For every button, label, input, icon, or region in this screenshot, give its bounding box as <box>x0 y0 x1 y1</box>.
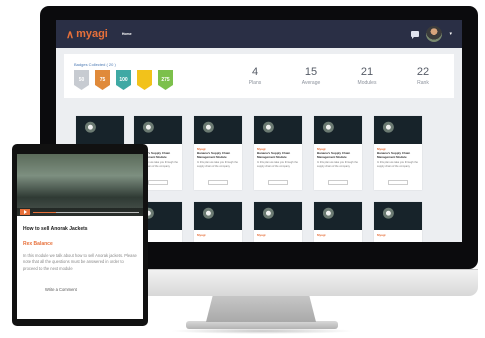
plan-card[interactable]: MyagiBanana's Supply Chain Management Mo… <box>254 116 302 190</box>
stat-rank: 22 Rank <box>408 66 438 86</box>
video-progress-fill <box>33 212 57 213</box>
card-brand: Myagi <box>317 233 326 237</box>
card-thumbnail <box>314 202 362 230</box>
nav-home-link[interactable]: Home <box>122 32 132 36</box>
module-author[interactable]: Rex Balance <box>23 241 137 247</box>
video-progress[interactable] <box>33 212 139 213</box>
module-description: In this module we talk about how to sell… <box>23 253 137 271</box>
card-brand: Myagi <box>197 233 206 237</box>
card-thumbnail <box>134 116 182 144</box>
plan-card[interactable]: MyagiBanana's Supply Chain Management Mo… <box>374 116 422 190</box>
stat-value: 22 <box>416 66 430 78</box>
card-title: Banana's Supply Chain Management Module <box>257 151 291 159</box>
plan-card[interactable]: Myagi <box>374 202 422 242</box>
stat-label: Modules <box>357 80 377 86</box>
badge[interactable]: 75 <box>95 70 110 90</box>
monitor-neck <box>206 296 316 322</box>
card-description: In this plan we take you through the sup… <box>257 161 298 168</box>
card-thumbnail <box>254 202 302 230</box>
card-action-button[interactable] <box>208 180 228 185</box>
card-description: In this plan we take you through the sup… <box>317 161 358 168</box>
stat-value: 15 <box>304 66 318 78</box>
logo-icon: ∧ <box>66 28 75 41</box>
card-action-button[interactable] <box>328 180 348 185</box>
card-description: In this plan we take you through the sup… <box>197 161 238 168</box>
stat-value: 4 <box>251 66 259 78</box>
plan-card[interactable]: Myagi <box>254 202 302 242</box>
stat-label: Rank <box>417 80 429 86</box>
logo-text: myagi <box>76 28 108 40</box>
stat-label: Average <box>301 80 321 86</box>
badges-collected: Badges Collected ( 20 ) 50 75 100 275 <box>74 62 173 90</box>
plan-card[interactable]: Myagi <box>314 202 362 242</box>
card-description: In this plan we take you through the sup… <box>377 161 418 168</box>
card-title: Banana's Supply Chain Management Module <box>197 151 231 159</box>
plan-card[interactable]: Myagi <box>194 202 242 242</box>
badge[interactable] <box>137 70 152 90</box>
video-player[interactable] <box>17 154 143 216</box>
stat-value: 21 <box>360 66 374 78</box>
stats-panel: Badges Collected ( 20 ) 50 75 100 275 4 Plan… <box>64 54 454 98</box>
stat-plans: 4 Plans <box>240 66 270 86</box>
write-comment-button[interactable]: Write a Comment <box>45 287 143 292</box>
card-title: Banana's Supply Chain Management Module <box>317 151 351 159</box>
plan-card[interactable]: MyagiBanana's Supply Chain Management Mo… <box>314 116 362 190</box>
card-thumbnail <box>194 116 242 144</box>
stat-modules: 21 Modules <box>352 66 382 86</box>
badge-row: 50 75 100 275 <box>74 70 173 90</box>
top-navbar: ∧ myagi Home ▾ <box>56 20 462 48</box>
badge[interactable]: 100 <box>116 70 131 90</box>
brand-logo[interactable]: ∧ myagi <box>66 28 108 41</box>
card-thumbnail <box>254 116 302 144</box>
badge[interactable]: 275 <box>158 70 173 90</box>
card-action-button[interactable] <box>268 180 288 185</box>
stat-label: Plans <box>248 80 262 86</box>
card-brand: Myagi <box>377 233 386 237</box>
video-controls <box>17 208 143 216</box>
stat-group: 4 Plans 15 Average 21 Modules 22 Rank <box>240 66 438 86</box>
monitor-base <box>186 321 338 329</box>
plan-card[interactable]: MyagiBanana's Supply Chain Management Mo… <box>194 116 242 190</box>
device-mockup: ∧ myagi Home ▾ Badges Collected ( 20 ) 5… <box>0 0 485 338</box>
card-title: Banana's Supply Chain Management Module <box>377 151 411 159</box>
chat-icon[interactable] <box>411 31 420 39</box>
card-action-button[interactable] <box>148 180 168 185</box>
card-thumbnail <box>194 202 242 230</box>
card-brand: Myagi <box>257 233 266 237</box>
card-thumbnail <box>374 202 422 230</box>
module-title: How to sell Anorak Jackets <box>23 226 88 232</box>
badge[interactable]: 50 <box>74 70 89 90</box>
user-avatar[interactable] <box>426 26 443 42</box>
tablet-screen: How to sell Anorak Jackets Rex Balance I… <box>17 154 143 319</box>
card-thumbnail <box>76 116 124 144</box>
chevron-down-icon[interactable]: ▾ <box>449 31 452 37</box>
card-thumbnail <box>314 116 362 144</box>
badges-title: Badges Collected ( 20 ) <box>74 62 116 67</box>
topbar-actions: ▾ <box>411 26 452 42</box>
stat-average: 15 Average <box>296 66 326 86</box>
play-icon[interactable] <box>20 209 30 215</box>
tablet-device: How to sell Anorak Jackets Rex Balance I… <box>12 144 148 326</box>
card-action-button[interactable] <box>388 180 408 185</box>
card-thumbnail <box>374 116 422 144</box>
